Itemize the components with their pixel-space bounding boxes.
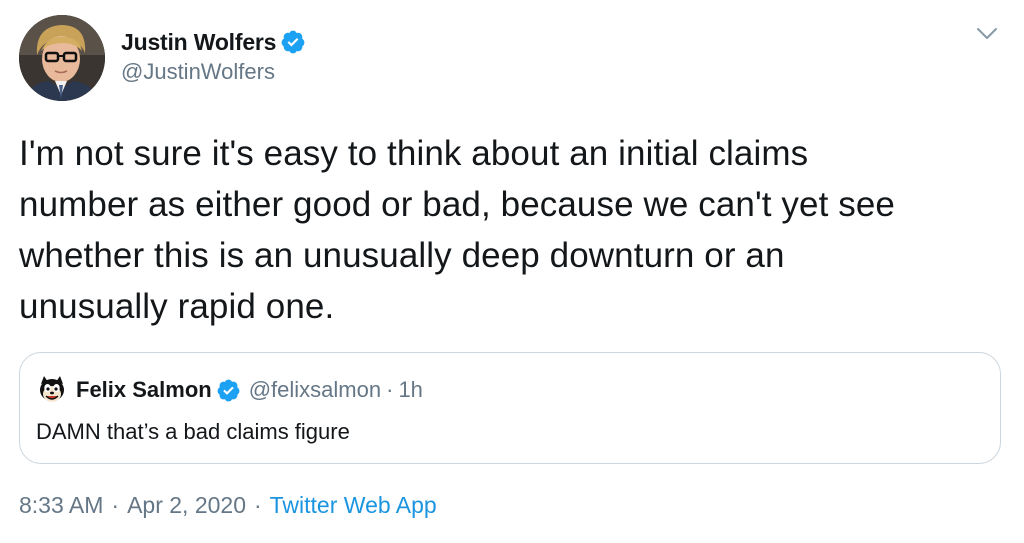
- felix-cat-icon: [36, 374, 68, 406]
- tweet-text: I'm not sure it's easy to think about an…: [19, 134, 895, 326]
- quoted-separator: ·: [386, 377, 394, 402]
- tweet-time[interactable]: 8:33 AM: [19, 492, 103, 519]
- tweet-card: Justin Wolfers @JustinWolfers I'm not su…: [0, 0, 1024, 543]
- verified-badge-icon: [217, 379, 240, 401]
- author-name-row: Justin Wolfers: [121, 27, 306, 57]
- meta-separator: ·: [111, 492, 120, 518]
- quoted-timestamp: 1h: [398, 377, 423, 402]
- tweet-metadata: 8:33 AM · Apr 2, 2020 · Twitter Web App: [19, 492, 437, 519]
- chevron-down-icon[interactable]: [976, 26, 998, 42]
- tweet-date[interactable]: Apr 2, 2020: [127, 492, 246, 519]
- author-display-name[interactable]: Justin Wolfers: [121, 29, 276, 56]
- quoted-tweet-header: Felix Salmon @felixsalmon · 1h: [36, 374, 423, 406]
- quoted-tweet-text: DAMN that’s a bad claims figure: [36, 419, 350, 444]
- author-handle[interactable]: @JustinWolfers: [121, 59, 306, 85]
- quoted-author-avatar: [36, 374, 68, 406]
- tweet-source-link[interactable]: Twitter Web App: [270, 492, 437, 519]
- author-block: Justin Wolfers @JustinWolfers: [121, 27, 306, 85]
- author-avatar[interactable]: [19, 15, 105, 101]
- quoted-author-display-name: Felix Salmon: [76, 377, 212, 402]
- meta-separator: ·: [253, 492, 262, 518]
- avatar-image: [19, 15, 105, 101]
- verified-badge-icon: [281, 30, 305, 54]
- quoted-tweet[interactable]: Felix Salmon @felixsalmon · 1h DAMN that…: [19, 352, 1001, 464]
- quoted-author-handle: @felixsalmon: [248, 377, 382, 402]
